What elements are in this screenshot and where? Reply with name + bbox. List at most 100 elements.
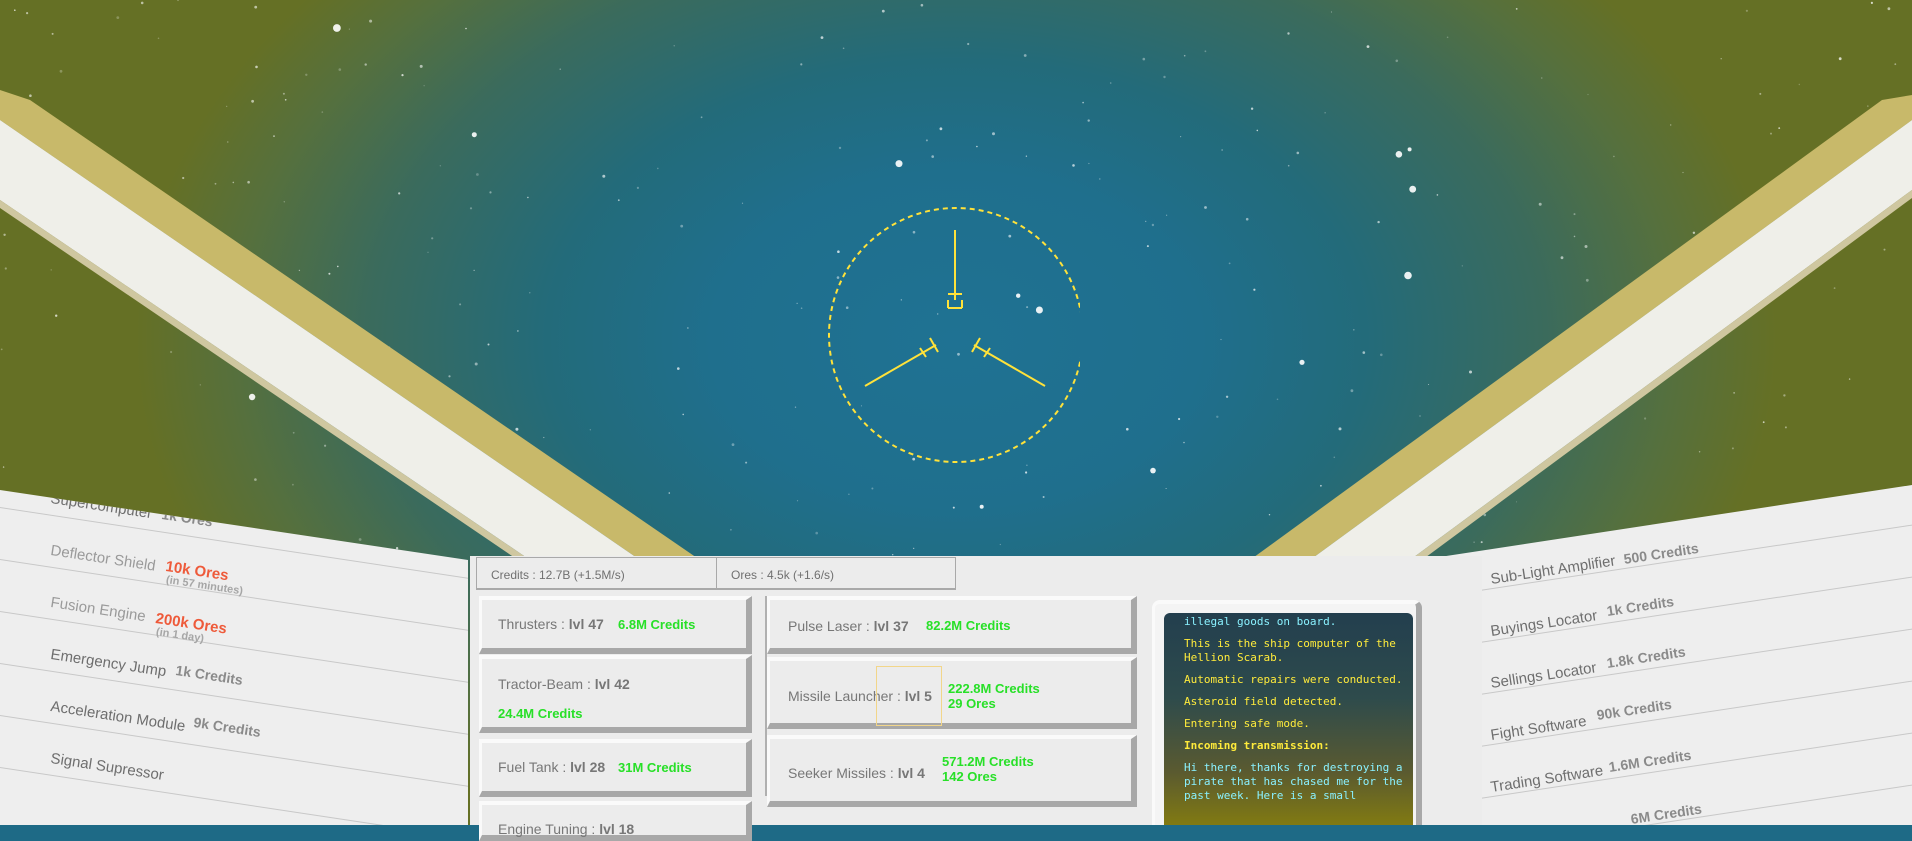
star <box>1287 32 1290 35</box>
hover-highlight <box>876 666 942 726</box>
star <box>967 42 970 46</box>
weapon-name: Pulse Laser : lvl 37 <box>788 618 909 634</box>
log-message: This is the ship computer of the Hellion… <box>1184 637 1403 664</box>
star <box>338 68 342 71</box>
module-level: lvl 42 <box>594 676 630 692</box>
module-name: Tractor-Beam : lvl 42 <box>498 676 630 692</box>
weapon-upgrade-cost[interactable]: 222.8M Credits <box>948 681 1040 696</box>
log-message: Incoming transmission: <box>1184 739 1330 752</box>
module-card[interactable]: Fuel Tank : lvl 28 31M Credits <box>479 739 752 797</box>
star <box>925 139 928 142</box>
star <box>976 145 978 148</box>
module-upgrade-cost[interactable]: 31M Credits <box>618 760 692 775</box>
star <box>1145 220 1147 223</box>
left-canopy-beam <box>0 90 700 560</box>
star <box>59 69 63 73</box>
star <box>1245 217 1249 221</box>
module-card[interactable]: Engine Tuning : lvl 18 <box>479 801 752 841</box>
star <box>741 202 744 204</box>
star <box>1541 77 1543 79</box>
module-label: Fuel Tank : <box>498 759 571 775</box>
star <box>1025 471 1028 474</box>
module-level: lvl 18 <box>599 821 635 837</box>
star <box>419 64 423 68</box>
star <box>1180 136 1182 138</box>
log-message: Entering safe mode. <box>1184 717 1310 730</box>
weapon-label: Pulse Laser : <box>788 618 874 634</box>
star <box>800 63 803 66</box>
star <box>1151 223 1155 227</box>
star <box>1082 101 1084 104</box>
star <box>1330 11 1332 13</box>
star <box>842 47 845 50</box>
targeting-crosshair-icon[interactable] <box>820 200 1080 470</box>
star <box>1150 467 1156 474</box>
star <box>369 19 373 23</box>
module-label: Engine Tuning : <box>498 821 600 837</box>
star <box>1228 262 1231 265</box>
star <box>1216 415 1219 418</box>
star <box>1163 75 1166 79</box>
star <box>364 63 367 66</box>
star <box>745 461 748 464</box>
module-upgrade-cost[interactable]: 24.4M Credits <box>498 706 583 721</box>
log-message: Hi there, thanks for destroying a pirate… <box>1184 761 1410 802</box>
star <box>1072 164 1075 167</box>
star <box>913 547 915 550</box>
star <box>881 9 885 13</box>
star <box>305 73 308 77</box>
star <box>1146 245 1149 248</box>
weapon-card[interactable]: Missile Launcher : lvl 5 222.8M Credits 29… <box>767 657 1137 729</box>
weapon-ore-cost: 142 Ores <box>942 769 997 784</box>
star <box>559 68 561 70</box>
weapon-ore-cost: 29 Ores <box>948 696 996 711</box>
weapon-card[interactable]: Seeker Missiles : lvl 4 571.2M Credits 142… <box>767 735 1137 807</box>
star <box>333 24 341 32</box>
star <box>895 160 903 168</box>
star <box>731 443 735 446</box>
weapon-name: Seeker Missiles : lvl 4 <box>788 765 925 781</box>
star <box>979 504 984 509</box>
star <box>952 506 955 509</box>
star <box>1838 57 1842 61</box>
star <box>796 500 799 502</box>
star <box>1745 9 1748 12</box>
star <box>1204 50 1207 53</box>
star <box>1088 162 1090 165</box>
ship-log[interactable]: illegal goods on board. This is the ship … <box>1164 613 1413 825</box>
star <box>796 302 798 304</box>
star <box>700 116 703 119</box>
weapon-upgrade-cost[interactable]: 571.2M Credits <box>942 754 1034 769</box>
star <box>800 307 803 310</box>
star <box>1894 63 1897 66</box>
module-card[interactable]: Thrusters : lvl 47 6.8M Credits <box>479 596 752 654</box>
star <box>1142 57 1146 61</box>
module-name: Engine Tuning : lvl 18 <box>498 821 634 837</box>
star <box>26 12 29 15</box>
weapon-level: lvl 4 <box>897 765 925 781</box>
star <box>1220 338 1222 341</box>
weapon-upgrade-cost[interactable]: 82.2M Credits <box>926 618 1011 633</box>
module-card[interactable]: Tractor-Beam : lvl 42 24.4M Credits <box>479 655 752 733</box>
star <box>992 132 995 136</box>
star <box>820 36 824 39</box>
right-canopy-beam <box>1250 95 1912 560</box>
module-label: Thrusters : <box>498 616 569 632</box>
star <box>673 45 675 47</box>
weapon-card[interactable]: Pulse Laser : lvl 37 82.2M Credits <box>767 596 1137 654</box>
star <box>1099 178 1101 180</box>
star <box>348 28 350 30</box>
star <box>140 1 144 5</box>
star <box>999 543 1001 546</box>
star <box>1515 7 1518 10</box>
log-message: Asteroid field detected. <box>1184 695 1343 708</box>
module-upgrade-cost[interactable]: 6.8M Credits <box>618 617 695 632</box>
module-name: Fuel Tank : lvl 28 <box>498 759 605 775</box>
star <box>1109 82 1112 84</box>
star <box>157 37 160 40</box>
star <box>1720 58 1722 60</box>
star <box>1887 7 1891 11</box>
star <box>254 5 258 9</box>
star <box>1446 36 1449 39</box>
star <box>1870 1 1873 4</box>
